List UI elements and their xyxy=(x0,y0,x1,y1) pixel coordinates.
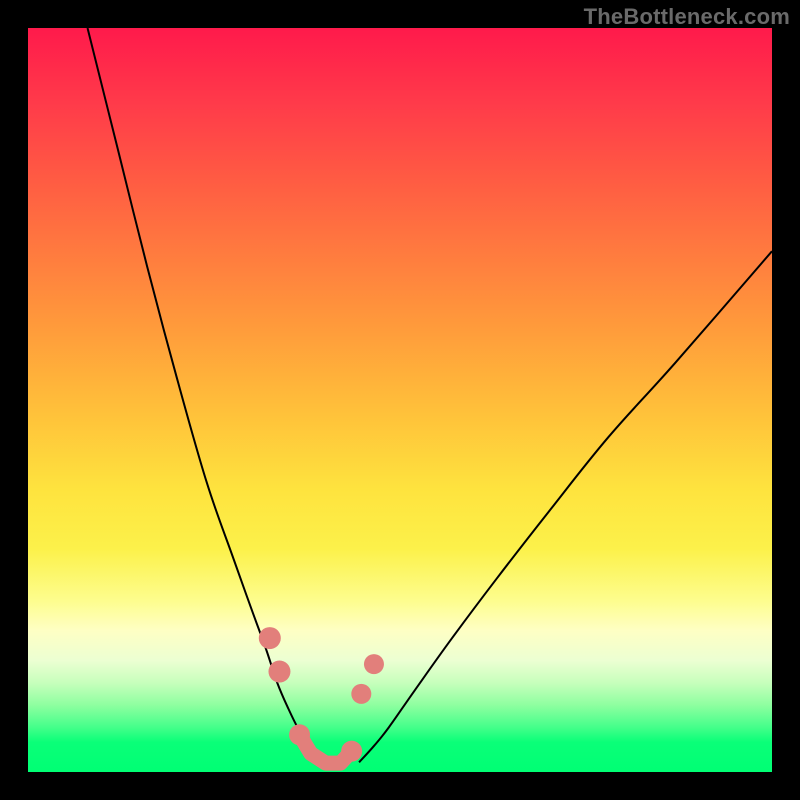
chart-svg xyxy=(28,28,772,772)
watermark-text: TheBottleneck.com xyxy=(584,4,790,30)
curve-layer xyxy=(88,28,772,765)
curve-left-branch xyxy=(88,28,330,765)
plot-area xyxy=(28,28,772,772)
marker-layer xyxy=(259,627,384,763)
curve-right-branch xyxy=(359,251,772,762)
outer-frame: TheBottleneck.com xyxy=(0,0,800,800)
data-marker xyxy=(364,654,384,674)
data-marker xyxy=(351,684,371,704)
valley-connector-end xyxy=(341,741,362,762)
data-marker xyxy=(268,661,290,683)
data-marker xyxy=(259,627,281,649)
